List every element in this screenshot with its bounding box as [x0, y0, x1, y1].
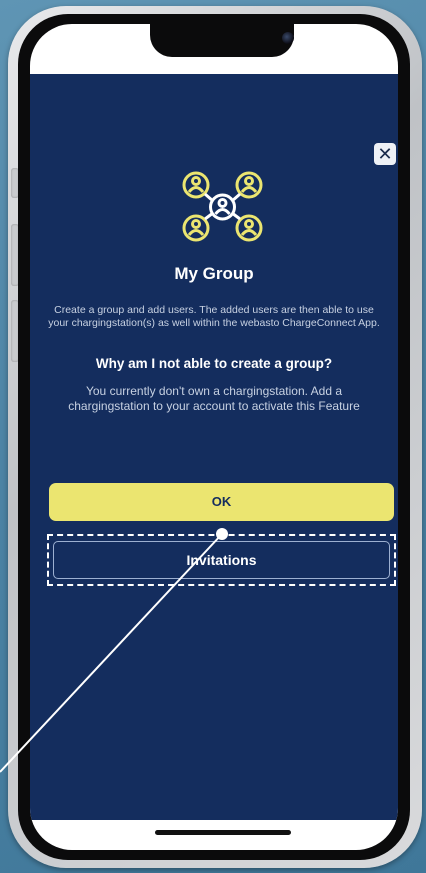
my-group-modal: ✕ My Group Create a group and add users.…: [30, 74, 398, 820]
faq-answer: You currently don't own a chargingstatio…: [68, 384, 360, 413]
close-icon: ✕: [377, 144, 393, 164]
faq-question: Why am I not able to create a group?: [95, 356, 333, 371]
phone-screen: ✕ My Group Create a group and add users.…: [30, 24, 398, 850]
home-indicator: [155, 830, 291, 835]
notch: [150, 24, 294, 57]
group-users-icon: [182, 171, 263, 242]
invitations-button[interactable]: Invitations: [53, 541, 390, 579]
modal-description: Create a group and add users. The added …: [48, 304, 380, 329]
modal-title: My Group: [174, 264, 254, 283]
front-camera: [282, 32, 294, 44]
ok-button[interactable]: OK: [49, 483, 394, 521]
close-button[interactable]: ✕: [374, 143, 396, 165]
